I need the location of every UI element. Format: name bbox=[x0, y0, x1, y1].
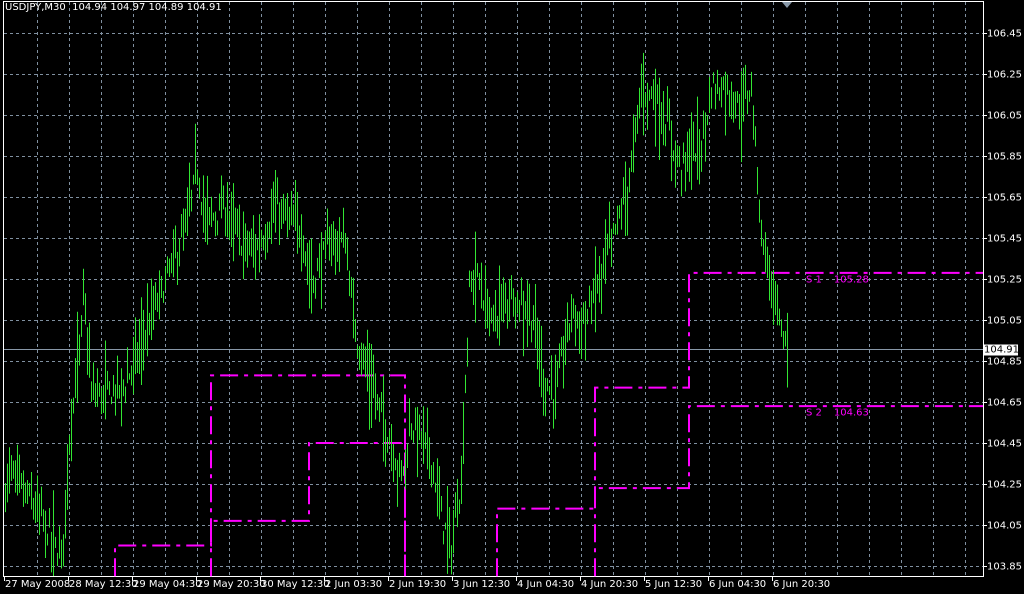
x-tick-label: 3 Jun 12:30 bbox=[453, 579, 511, 590]
level-line-2 bbox=[210, 442, 406, 577]
x-tick-label: 6 Jun 04:30 bbox=[709, 579, 767, 590]
ohlc-header: USDJPY,M30 104.94 104.97 104.89 104.91 bbox=[5, 2, 222, 13]
y-tick-label: 104.45 bbox=[987, 438, 1022, 449]
level-value: 105.28 bbox=[833, 274, 869, 286]
y-tick-label: 105.65 bbox=[987, 192, 1022, 203]
x-tick-label: 6 Jun 20:30 bbox=[773, 579, 831, 590]
x-tick-label: 29 May 20:30 bbox=[197, 579, 266, 590]
close-value: 104.91 bbox=[186, 2, 222, 13]
level-name: S 1 bbox=[806, 274, 822, 286]
y-tick-label: 104.05 bbox=[987, 520, 1022, 531]
y-tick-label: 103.85 bbox=[987, 561, 1022, 572]
x-tick-label: 4 Jun 04:30 bbox=[517, 579, 575, 590]
y-tick-label: 105.85 bbox=[987, 151, 1022, 162]
symbol-label: USDJPY,M30 bbox=[5, 2, 66, 13]
level-line-1 bbox=[114, 374, 406, 577]
level-label: S 2 104.63 bbox=[806, 408, 869, 419]
y-tick-label: 105.45 bbox=[987, 233, 1022, 244]
y-tick-label: 105.25 bbox=[987, 274, 1022, 285]
open-value: 104.94 bbox=[72, 2, 108, 13]
low-value: 104.89 bbox=[148, 2, 184, 13]
y-tick-label: 106.05 bbox=[987, 110, 1022, 121]
x-tick-label: 5 Jun 12:30 bbox=[645, 579, 703, 590]
x-tick-label: 2 Jun 19:30 bbox=[389, 579, 447, 590]
level-value: 104.63 bbox=[833, 407, 869, 419]
chart-window: USDJPY,M30 104.94 104.97 104.89 104.91 1… bbox=[0, 0, 1024, 594]
y-tick-label: 106.25 bbox=[987, 69, 1022, 80]
current-price-tag: 104.91 bbox=[984, 344, 1019, 355]
x-tick-label: 2 Jun 03:30 bbox=[325, 579, 383, 590]
y-tick-label: 106.45 bbox=[987, 28, 1022, 39]
x-tick-label: 4 Jun 20:30 bbox=[581, 579, 639, 590]
level-line-3 bbox=[496, 271, 983, 577]
y-tick-label: 104.25 bbox=[987, 479, 1022, 490]
y-tick-label: 104.85 bbox=[987, 356, 1022, 367]
x-tick-label: 30 May 12:30 bbox=[261, 579, 330, 590]
chart-border bbox=[3, 1, 984, 577]
x-tick-label: 29 May 04:30 bbox=[133, 579, 202, 590]
level-name: S 2 bbox=[806, 407, 822, 419]
y-tick-label: 105.05 bbox=[987, 315, 1022, 326]
y-tick-label: 104.65 bbox=[987, 397, 1022, 408]
level-label: S 1 105.28 bbox=[806, 274, 869, 285]
x-tick-label: 28 May 12:30 bbox=[69, 579, 138, 590]
level-line-4 bbox=[594, 405, 983, 577]
x-tick-label: 27 May 2008 bbox=[5, 579, 71, 590]
shift-marker-icon bbox=[782, 2, 792, 8]
high-value: 104.97 bbox=[110, 2, 146, 13]
price-chart[interactable] bbox=[0, 0, 1024, 594]
